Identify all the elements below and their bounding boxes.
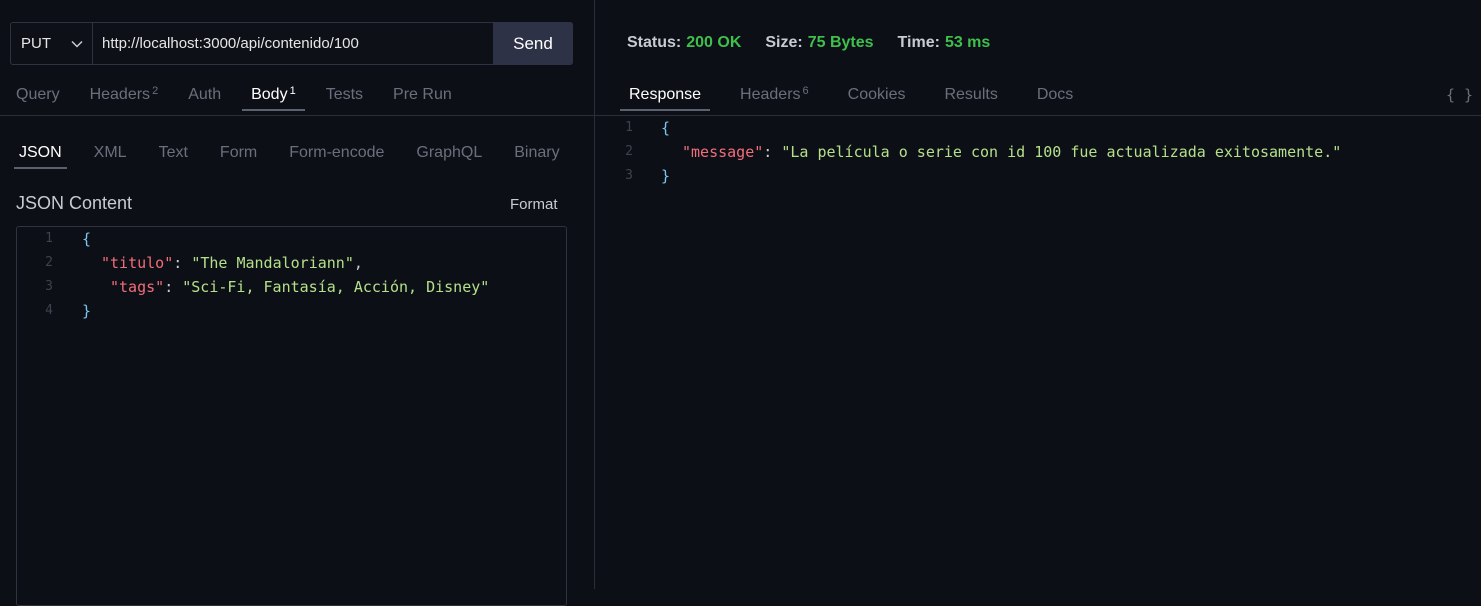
body-tab-graphql[interactable]: GraphQL	[413, 138, 485, 168]
tab-label: GraphQL	[416, 144, 483, 161]
code-line: }	[82, 299, 91, 323]
tab-headers[interactable]: Headers 2	[87, 80, 162, 110]
send-button[interactable]: Send	[493, 22, 573, 65]
json-token-punc: ,	[353, 254, 363, 272]
line-number: 1	[45, 231, 53, 246]
code-line: "tags": "Sci-Fi, Fantasía, Acción, Disne…	[110, 275, 489, 299]
tab-label: Form	[219, 144, 258, 161]
size-value: 75 Bytes	[807, 34, 874, 51]
json-token-brace: {	[661, 119, 671, 137]
response-status-row: Status: 200 OK Size: 75 Bytes Time: 53 m…	[627, 34, 1014, 52]
body-tab-xml[interactable]: XML	[91, 138, 130, 168]
json-token-brace: {	[82, 230, 92, 248]
tab-auth[interactable]: Auth	[185, 80, 224, 110]
json-token-punc: :	[164, 278, 183, 296]
code-line: }	[661, 164, 670, 188]
url-bar: PUT http://localhost:3000/api/contenido/…	[10, 22, 573, 65]
time-value: 53 ms	[944, 34, 991, 51]
tab-label: Binary	[514, 144, 560, 161]
json-token-key: "message"	[682, 143, 764, 161]
body-type-tabs: JSON XML Text Form Form-encode GraphQL Binary	[14, 138, 589, 169]
url-input[interactable]: http://localhost:3000/api/contenido/100	[93, 23, 493, 64]
json-token-key: "titulo"	[101, 254, 174, 272]
request-tabs: Query Headers 2 Auth Body 1 Tests Pre Run	[13, 80, 479, 111]
format-button[interactable]: Format	[510, 196, 558, 213]
tab-label: Headers	[89, 86, 151, 103]
tab-label: Results	[944, 86, 998, 103]
body-tab-form[interactable]: Form	[217, 138, 260, 168]
tab-label: Text	[158, 144, 188, 161]
line-number: 1	[625, 120, 633, 135]
tab-label: XML	[93, 144, 127, 161]
braces-icon[interactable]: { }	[1446, 86, 1473, 104]
body-tab-text[interactable]: Text	[156, 138, 191, 168]
divider	[0, 115, 594, 116]
response-tab-results[interactable]: Results	[941, 80, 1000, 110]
response-tab-docs[interactable]: Docs	[1034, 80, 1076, 110]
body-tab-binary[interactable]: Binary	[511, 138, 562, 168]
body-tab-form-encode[interactable]: Form-encode	[286, 138, 387, 168]
tab-label: Query	[16, 86, 60, 103]
tab-label: JSON	[19, 144, 62, 161]
line-number: 2	[45, 255, 53, 270]
tab-label: Body	[251, 86, 288, 103]
code-line: {	[82, 227, 91, 251]
line-number: 3	[45, 279, 53, 294]
method-select[interactable]: PUT	[11, 23, 93, 64]
json-token-key: "tags"	[110, 278, 165, 296]
chevron-down-icon	[71, 40, 83, 48]
status-value: 200 OK	[686, 34, 742, 51]
tab-label: Docs	[1036, 86, 1074, 103]
response-tab-cookies[interactable]: Cookies	[845, 80, 909, 110]
response-pane: Status: 200 OK Size: 75 Bytes Time: 53 m…	[595, 0, 1481, 589]
body-tab-json[interactable]: JSON	[14, 138, 67, 169]
response-tabs: Response Headers 6 Cookies Results Docs	[619, 80, 1109, 111]
tab-label: Cookies	[847, 86, 906, 103]
line-number: 2	[625, 144, 633, 159]
code-line: "message": "La película o serie con id 1…	[682, 140, 1341, 164]
tab-body[interactable]: Body 1	[242, 80, 305, 111]
line-number: 3	[625, 168, 633, 183]
json-token-punc: :	[763, 143, 782, 161]
size-label: Size:	[765, 34, 803, 51]
tab-pre-run[interactable]: Pre Run	[390, 80, 455, 110]
tab-tests[interactable]: Tests	[323, 80, 366, 110]
response-viewer: 1 {2 "message": "La película o serie con i…	[595, 116, 1481, 589]
tab-query[interactable]: Query	[13, 80, 63, 110]
tab-label: Auth	[188, 86, 222, 103]
json-editor[interactable]: 1 {2 "titulo": "The Mandaloriann", 3 "tags":…	[16, 226, 567, 606]
method-label: PUT	[21, 35, 51, 52]
tab-count-badge: 1	[289, 85, 296, 97]
tab-label: Tests	[325, 86, 364, 103]
code-line: {	[661, 116, 670, 140]
time-label: Time:	[897, 34, 940, 51]
json-token-str: "The Mandaloriann"	[191, 254, 354, 272]
status-label: Status:	[627, 34, 682, 51]
code-line: "titulo": "The Mandaloriann",	[101, 251, 363, 275]
json-content-title: JSON Content	[16, 193, 133, 213]
tab-label: Headers	[740, 86, 801, 103]
json-token-brace: }	[82, 302, 92, 320]
response-tab-response[interactable]: Response	[619, 80, 711, 111]
tab-label: Response	[629, 86, 702, 103]
request-pane: PUT http://localhost:3000/api/contenido/…	[0, 0, 594, 606]
json-token-str: "La película o serie con id 100 fue actu…	[781, 143, 1342, 161]
tab-label: Pre Run	[393, 86, 452, 103]
tab-label: Form-encode	[289, 144, 385, 161]
json-token-punc: :	[173, 254, 192, 272]
tab-count-badge: 2	[152, 85, 159, 97]
response-tab-headers[interactable]: Headers 6	[737, 80, 812, 110]
json-token-str: "Sci-Fi, Fantasía, Acción, Disney"	[182, 278, 490, 296]
tab-count-badge: 6	[802, 85, 809, 97]
line-number: 4	[45, 303, 53, 318]
json-token-brace: }	[661, 167, 671, 185]
